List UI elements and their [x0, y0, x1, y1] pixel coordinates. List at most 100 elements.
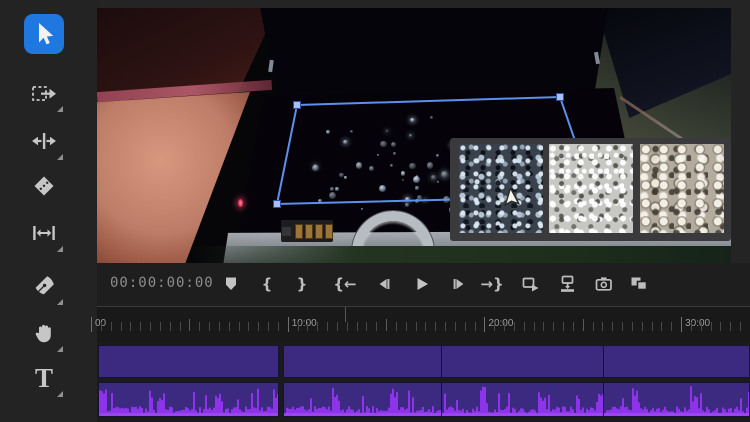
ruler-tick [386, 319, 388, 331]
ruler-tick [740, 322, 742, 331]
audio-waveform [604, 386, 749, 416]
ruler-label: 30:00 [685, 318, 711, 329]
video-preview[interactable] [97, 8, 731, 263]
audio-clip[interactable] [603, 382, 750, 417]
razor-tool[interactable] [24, 166, 64, 206]
timeline-ruler[interactable]: 0010:0020:0030:00 [91, 307, 750, 341]
program-monitor-panel [97, 0, 750, 263]
ruler-tick [297, 322, 299, 331]
ruler-tick [277, 322, 279, 331]
preset-preview-panel [450, 138, 731, 241]
ruler-tick [730, 322, 732, 331]
ruler-tick [159, 322, 161, 331]
ruler-tick [228, 322, 230, 331]
mark-out-button[interactable]: } [289, 271, 315, 297]
step-forward-button[interactable] [446, 271, 472, 297]
ruler-tick [415, 322, 417, 331]
video-clip[interactable] [98, 345, 279, 378]
ruler-tick [474, 322, 476, 331]
ruler-tick [494, 322, 496, 331]
selection-handle[interactable] [556, 93, 564, 101]
selection-handle[interactable] [293, 101, 301, 109]
flyout-triangle-icon [57, 346, 63, 352]
ruler-tick [631, 322, 633, 331]
ruler-tick [395, 322, 397, 331]
ripple-edit-tool[interactable] [24, 121, 64, 161]
ruler-tick [582, 319, 584, 331]
ruler-tick [592, 322, 594, 331]
insert-button[interactable] [518, 271, 544, 297]
go-to-out-button[interactable]: →} [479, 271, 505, 297]
ruler-tick [268, 322, 270, 331]
ruler-tick [484, 317, 486, 332]
ruler-tick [179, 322, 181, 331]
step-back-button[interactable] [371, 271, 397, 297]
ruler-tick [543, 322, 545, 331]
ruler-tick [641, 322, 643, 331]
ruler-tick [356, 322, 358, 331]
timecode-display[interactable]: 00:00:00:00 [110, 275, 214, 291]
ruler-tick [671, 322, 673, 331]
flyout-triangle-icon [57, 106, 63, 112]
overwrite-button[interactable] [555, 271, 581, 297]
flyout-triangle-icon [57, 246, 63, 252]
selection-tool[interactable] [24, 14, 64, 54]
pen-tool[interactable] [24, 266, 64, 306]
ruler-tick [336, 322, 338, 331]
add-marker-button[interactable] [218, 271, 244, 297]
ruler-tick [602, 322, 604, 331]
ruler-tick [327, 322, 329, 331]
audio-track [97, 382, 750, 417]
pointer-cursor [504, 188, 521, 207]
ruler-tick [710, 322, 712, 331]
audio-waveform [99, 388, 278, 416]
ruler-tick [317, 322, 319, 331]
hand-tool[interactable] [24, 313, 64, 353]
go-to-in-button[interactable]: {← [332, 271, 358, 297]
ruler-tick [700, 322, 702, 331]
mark-in-button[interactable]: { [254, 271, 280, 297]
ruler-tick [218, 322, 220, 331]
comparison-view-button[interactable] [626, 271, 652, 297]
ruler-tick [563, 322, 565, 331]
slip-tool[interactable] [24, 213, 64, 253]
ruler-tick [91, 317, 92, 332]
tools-panel: T [0, 0, 97, 422]
ruler-tick [425, 322, 427, 331]
export-frame-button[interactable] [591, 271, 617, 297]
track-select-forward-tool[interactable] [24, 73, 64, 113]
ruler-label: 10:00 [291, 318, 317, 329]
ruler-tick [366, 322, 368, 331]
ruler-tick [287, 317, 289, 332]
play-button[interactable] [409, 271, 435, 297]
ruler-marker-line [345, 307, 346, 322]
ruler-tick [553, 322, 555, 331]
ruler-tick [612, 322, 614, 331]
ruler-tick [169, 322, 171, 331]
ruler-tick [405, 322, 407, 331]
ruler-tick [523, 322, 525, 331]
type-tool[interactable]: T [24, 358, 64, 398]
ruler-tick [454, 322, 456, 331]
audio-clip[interactable] [98, 382, 279, 417]
ruler-tick [100, 322, 102, 331]
ruler-tick [248, 322, 250, 331]
ruler-tick [681, 317, 683, 332]
ruler-tick [110, 322, 112, 331]
flyout-triangle-icon [57, 154, 63, 160]
thumbnail-diamonds-bright[interactable] [549, 144, 633, 233]
thumbnail-diamonds-warm[interactable] [640, 144, 724, 233]
selection-handle[interactable] [273, 200, 281, 208]
flyout-triangle-icon [57, 299, 63, 305]
video-clip[interactable] [603, 345, 750, 378]
ruler-label: 20:00 [488, 318, 514, 329]
ruler-tick [504, 322, 506, 331]
ruler-tick [209, 322, 211, 331]
ruler-tick [513, 322, 515, 331]
ruler-tick [435, 322, 437, 331]
ruler-tick [651, 322, 653, 331]
ruler-tick [533, 322, 535, 331]
ruler-tick [464, 322, 466, 331]
ruler-tick [238, 322, 240, 331]
ruler-tick [307, 322, 309, 331]
